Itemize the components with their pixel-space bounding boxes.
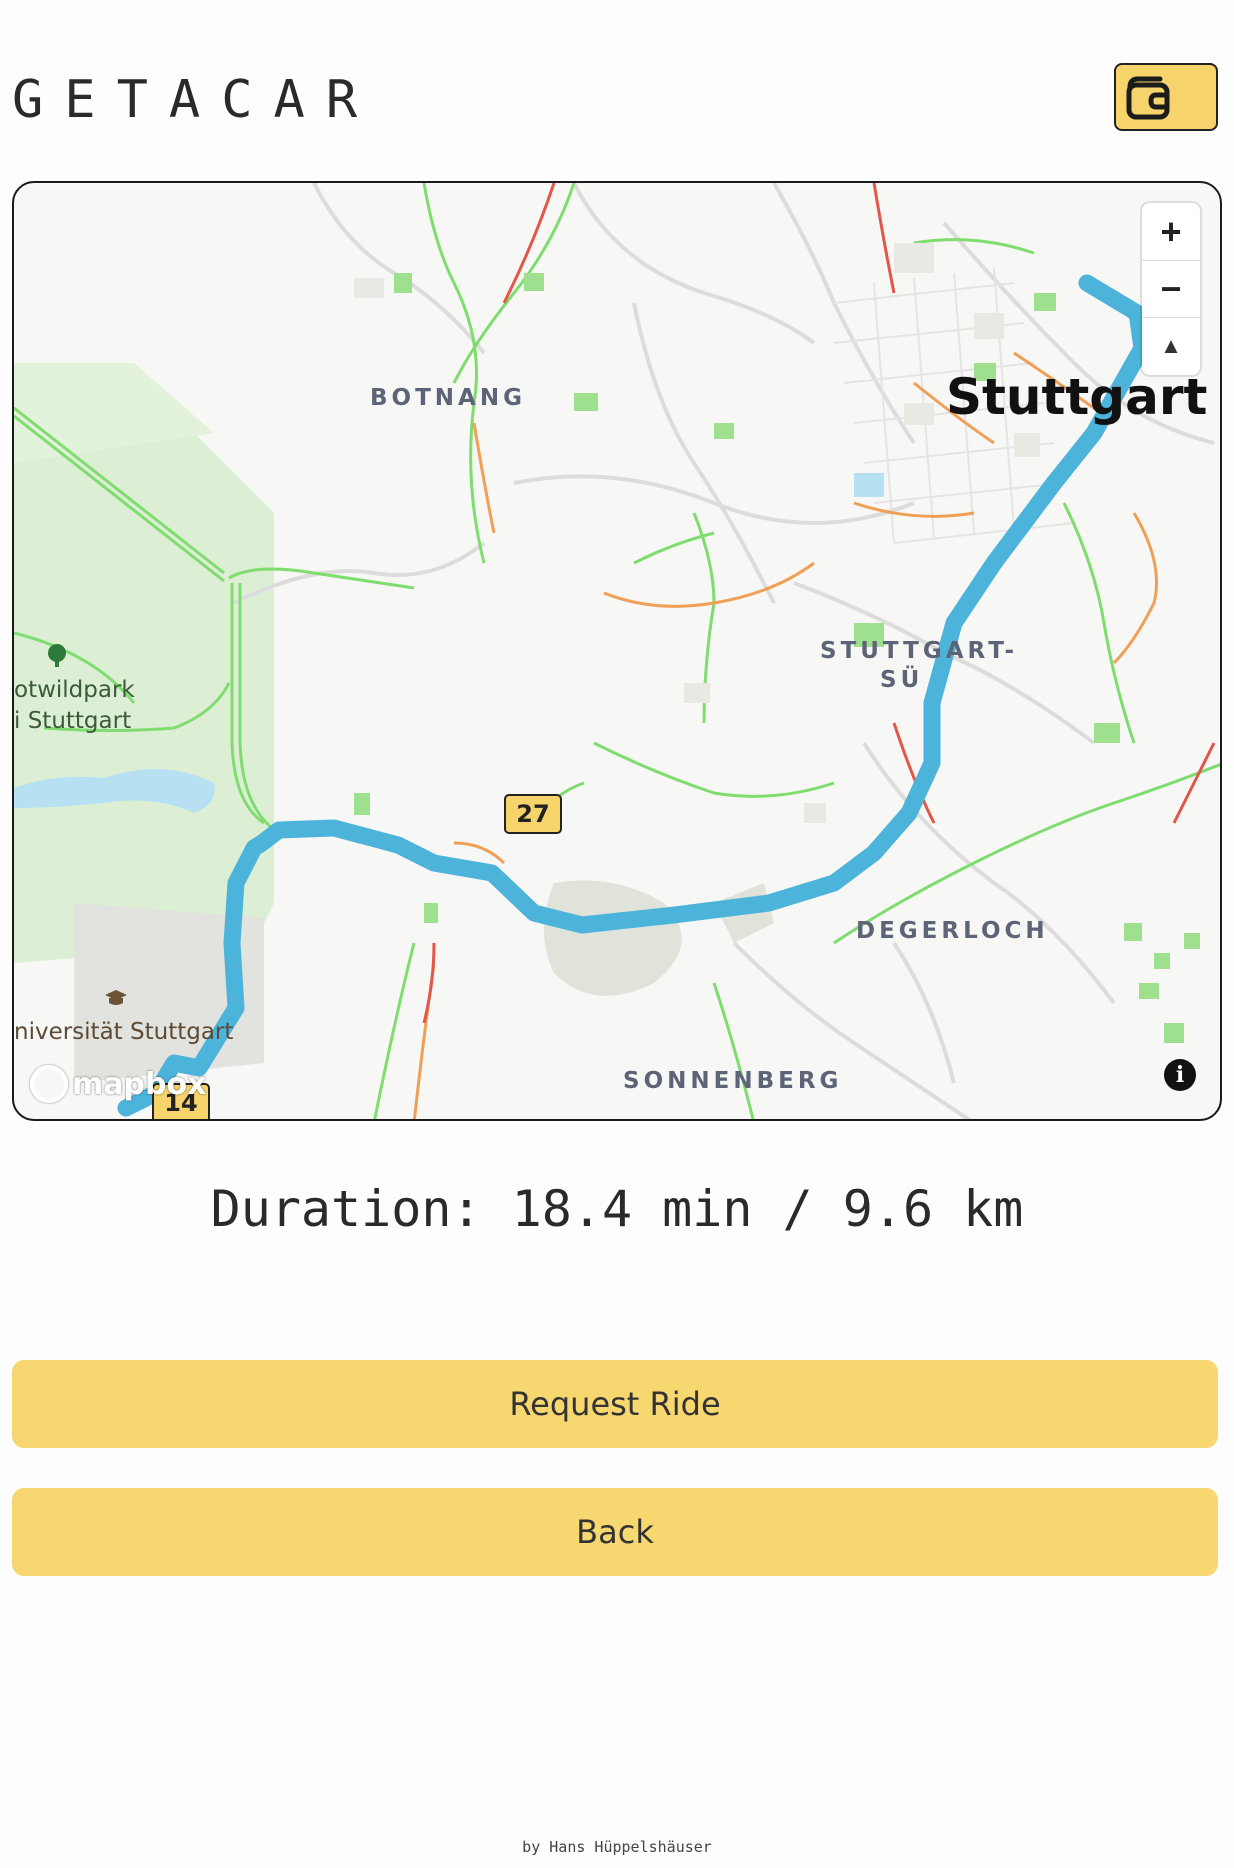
map-controls: + − ▲ (1142, 203, 1200, 375)
map-label-stuttgart-sud-1: STUTTGART- (820, 638, 1019, 664)
wallet-icon (1126, 76, 1170, 120)
app-logo: GETACAR (12, 70, 379, 130)
mapbox-logo-icon (30, 1065, 68, 1103)
route-map[interactable]: BOTNANG Stuttgart STUTTGART- SÜ DEGERLOC… (12, 181, 1222, 1121)
university-icon (105, 990, 127, 1005)
zoom-out-button[interactable]: − (1142, 260, 1200, 317)
mapbox-logo-text: mapbox (72, 1066, 207, 1102)
trip-duration: Duration: 18.4 min / 9.6 km (210, 1180, 1024, 1238)
footer-credit: by Hans Hüppelshäuser (522, 1838, 712, 1856)
mapbox-logo[interactable]: mapbox (30, 1065, 206, 1103)
compass-button[interactable]: ▲ (1142, 317, 1200, 374)
map-label-park-1: otwildpark (14, 677, 135, 703)
map-label-university: niversität Stuttgart (14, 1019, 234, 1045)
route-shield-27: 27 (504, 794, 562, 834)
park-icon (48, 644, 66, 667)
back-button[interactable]: Back (12, 1488, 1218, 1576)
map-label-botnang: BOTNANG (370, 385, 526, 411)
zoom-in-button[interactable]: + (1142, 203, 1200, 260)
map-label-park-2: i Stuttgart (14, 708, 132, 734)
request-ride-button[interactable]: Request Ride (12, 1360, 1218, 1448)
wallet-button[interactable] (1114, 63, 1218, 131)
attribution-info-icon[interactable]: i (1164, 1059, 1196, 1091)
map-label-stuttgart-sud-2: SÜ (880, 667, 924, 693)
map-label-degerloch: DEGERLOCH (856, 918, 1049, 944)
route-line (117, 274, 1151, 1117)
map-label-sonnenberg: SONNENBERG (623, 1068, 843, 1094)
map-label-stuttgart: Stuttgart (946, 368, 1208, 426)
